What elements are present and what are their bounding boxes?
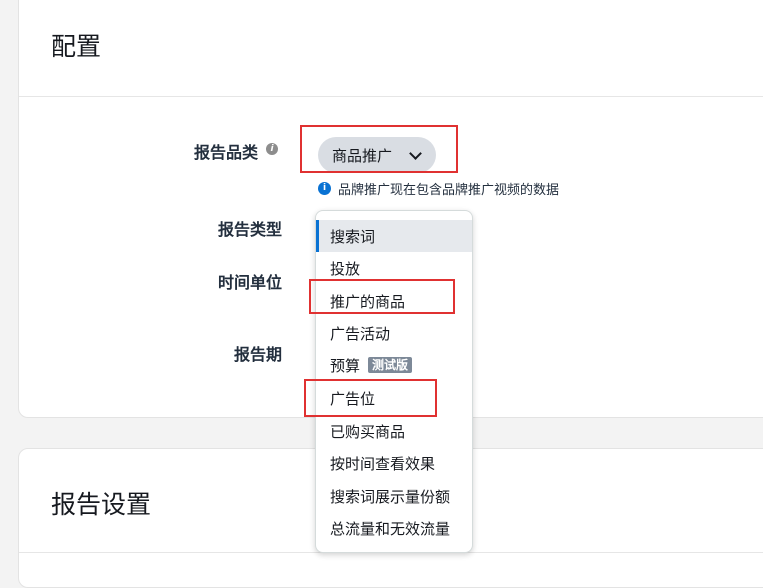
option-performance-over-time[interactable]: 按时间查看效果 <box>316 447 472 479</box>
option-targeting[interactable]: 投放 <box>316 252 472 284</box>
category-hint: i 品牌推广现在包含品牌推广视频的数据 <box>318 179 559 198</box>
report-period-label: 报告期 <box>234 345 283 364</box>
option-campaign[interactable]: 广告活动 <box>316 317 472 349</box>
option-label: 已购买商品 <box>330 422 406 441</box>
option-label: 搜索词展示量份额 <box>330 487 451 506</box>
option-gross-and-invalid-traffic[interactable]: 总流量和无效流量 <box>316 512 472 544</box>
report-settings-title: 报告设置 <box>51 490 152 519</box>
info-icon: i <box>318 182 331 195</box>
report-type-dropdown: 搜索词 投放 推广的商品 广告活动 预算 测试版 广告位 已购买商品 按时间查看效… <box>315 210 473 553</box>
option-label: 投放 <box>330 259 361 278</box>
option-purchased-product[interactable]: 已购买商品 <box>316 415 472 447</box>
option-label: 广告活动 <box>330 324 391 343</box>
option-label: 搜索词 <box>330 227 376 246</box>
option-search-term-impression-share[interactable]: 搜索词展示量份额 <box>316 480 472 512</box>
time-unit-label: 时间单位 <box>218 273 283 292</box>
option-search-term[interactable]: 搜索词 <box>316 220 472 252</box>
option-label: 广告位 <box>330 389 376 408</box>
report-category-label: 报告品类 <box>194 143 259 162</box>
report-category-value: 商品推广 <box>332 146 393 165</box>
option-label: 预算 <box>330 356 361 375</box>
option-advertised-product[interactable]: 推广的商品 <box>316 285 472 317</box>
config-title: 配置 <box>51 32 102 61</box>
option-label: 总流量和无效流量 <box>330 519 451 538</box>
option-placement[interactable]: 广告位 <box>316 382 472 414</box>
beta-badge: 测试版 <box>368 357 413 373</box>
info-icon[interactable]: i <box>266 143 278 155</box>
divider <box>19 96 763 97</box>
option-label: 按时间查看效果 <box>330 454 436 473</box>
report-type-label: 报告类型 <box>218 220 283 239</box>
report-category-select[interactable]: 商品推广 <box>318 137 436 173</box>
chevron-down-icon <box>409 147 422 160</box>
option-budget[interactable]: 预算 测试版 <box>316 349 472 381</box>
category-hint-text: 品牌推广现在包含品牌推广视频的数据 <box>338 183 560 198</box>
option-label: 推广的商品 <box>330 292 406 311</box>
